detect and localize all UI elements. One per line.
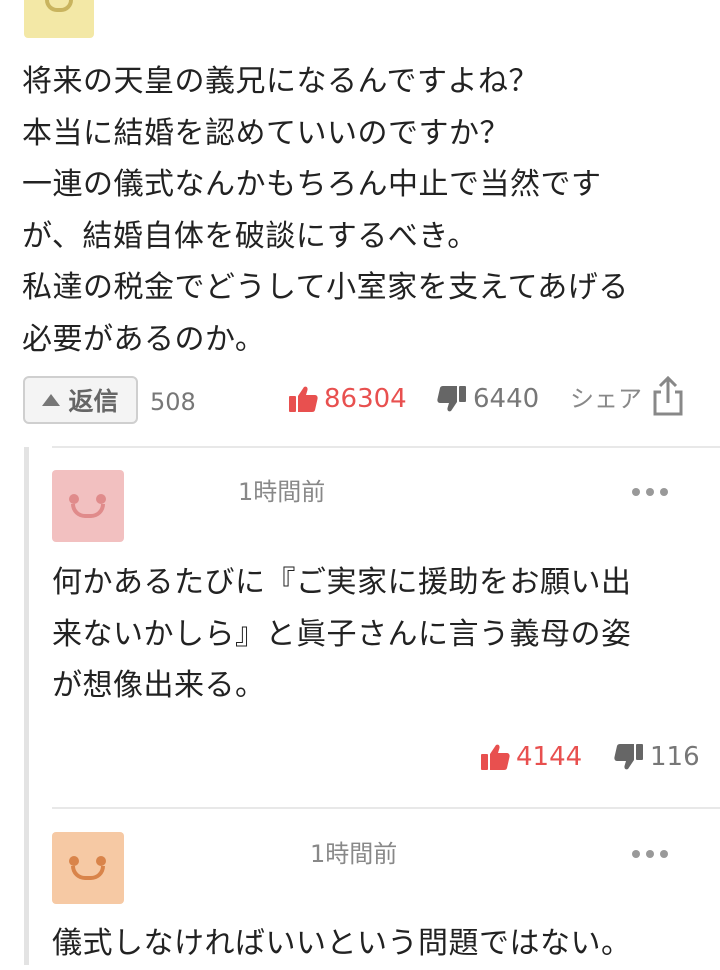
reply-count: 508 [150, 388, 196, 416]
caret-up-icon [42, 394, 61, 406]
thumbs-up-icon [289, 386, 318, 412]
comment-line: 必要があるのか。 [22, 321, 266, 357]
reply-line: 来ないかしら』と眞子さんに言う義母の姿 [52, 616, 632, 652]
dislike-count: 6440 [473, 384, 540, 414]
timestamp: 1時間前 [310, 840, 398, 868]
divider [52, 446, 720, 448]
comment-line: が、結婚自体を破談にするべき。 [22, 218, 478, 254]
like-count: 86304 [324, 384, 407, 414]
thumbs-up-icon [481, 744, 510, 770]
avatar-mouth [71, 504, 105, 518]
reply-line: 何かあるたびに『ご実家に援助をお願い出 [52, 565, 632, 600]
smile-icon [45, 0, 73, 12]
comment-line: 将来の天皇の義兄になるんですよね？ [22, 64, 539, 99]
more-icon[interactable] [632, 850, 668, 858]
comment-line: 本当に結婚を認めていいのですか？ [22, 115, 510, 151]
avatar-eye [69, 856, 79, 866]
avatar[interactable] [52, 832, 124, 904]
share-label: シェア [570, 384, 642, 413]
like-button[interactable]: 4144 [480, 742, 582, 772]
dislike-button[interactable]: 6440 [437, 384, 539, 414]
avatar-eye [69, 494, 79, 504]
thumbs-down-icon [437, 386, 466, 412]
like-button[interactable]: 86304 [288, 384, 407, 414]
share-button[interactable]: シェア [570, 376, 684, 416]
share-icon [653, 376, 683, 416]
avatar[interactable] [52, 470, 124, 542]
reply-line: が想像出来る。 [52, 668, 266, 703]
more-icon[interactable] [632, 488, 668, 496]
avatar-eye [96, 856, 106, 866]
reply-body: 儀式しなければいいという問題ではない。 [52, 918, 712, 970]
divider [52, 807, 720, 809]
avatar-eye [96, 494, 106, 504]
thread-line [24, 447, 29, 965]
reply-body: 何かあるたびに『ご実家に援助をお願い出 来ないかしら』と眞子さんに言う義母の姿 … [52, 557, 712, 712]
dislike-button[interactable]: 116 [614, 742, 700, 772]
avatar[interactable] [24, 0, 94, 38]
reply-button[interactable]: 返信 [23, 376, 138, 424]
comment-line: 一連の儀式なんかもちろん中止で当然です [22, 167, 602, 202]
avatar-mouth [71, 866, 105, 880]
comment-actions: 返信 508 86304 6440 シェア [0, 376, 720, 426]
like-count: 4144 [516, 742, 583, 772]
thumbs-down-icon [614, 744, 643, 770]
timestamp: 1時間前 [238, 478, 326, 506]
comment-line: 私達の税金でどうして小室家を支えてあげる [22, 270, 629, 305]
dislike-count: 116 [650, 742, 700, 772]
reply-line: 儀式しなければいいという問題ではない。 [52, 926, 632, 961]
comment-body: 将来の天皇の義兄になるんですよね？ 本当に結婚を認めていいのですか？ 一連の儀式… [22, 56, 702, 365]
reply-label: 返信 [68, 387, 119, 416]
